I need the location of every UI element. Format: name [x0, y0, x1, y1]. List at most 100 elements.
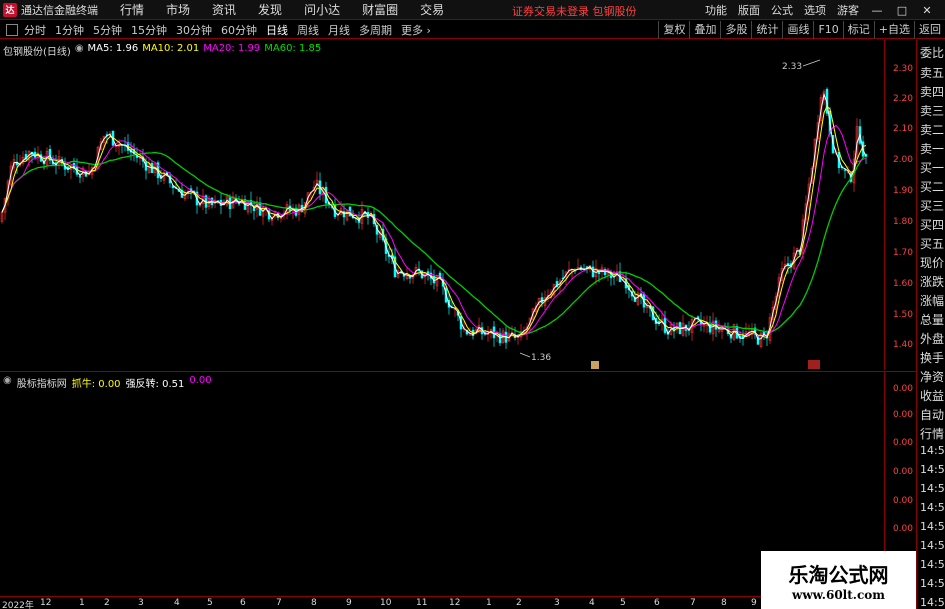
date-label: 7 — [276, 598, 282, 608]
indicator-tick: 0.00 — [892, 496, 913, 506]
menu-options[interactable]: 选项 — [804, 2, 826, 18]
auto-toggle[interactable]: 自动 — [920, 406, 944, 423]
price-axis: 2.30 2.20 2.10 2.00 1.90 1.80 1.70 1.60 … — [884, 40, 915, 370]
quote-label: 卖三 — [920, 104, 945, 118]
market-toggle[interactable]: 行情 — [920, 425, 944, 442]
menu-market[interactable]: 行情 — [120, 1, 144, 18]
tick-time: 14:5 — [920, 558, 945, 571]
date-label: 7 — [690, 598, 696, 608]
event-marker-icon[interactable] — [591, 361, 599, 369]
tool-overlay[interactable]: 叠加 — [689, 21, 720, 39]
ma5-line — [1, 92, 867, 340]
date-label: 2022年 — [2, 601, 34, 609]
date-label: 2 — [516, 598, 522, 608]
quote-label: 涨跌 — [920, 275, 945, 289]
candle-body — [78, 176, 82, 178]
period-tab[interactable]: 5分钟 — [93, 22, 122, 38]
app-name: 通达信金融终端 — [21, 3, 98, 17]
price-tick: 1.40 — [892, 340, 913, 350]
price-tick: 2.20 — [892, 94, 913, 104]
tick-time: 14:5 — [920, 520, 945, 533]
date-label: 10 — [380, 598, 392, 608]
kline-chart[interactable]: 2.33 1.36 — [0, 40, 915, 370]
quote-label: 换手 — [920, 351, 945, 365]
tick-time: 14:5 — [920, 539, 945, 552]
quote-label: 涨幅 — [920, 294, 945, 308]
menu-formula[interactable]: 公式 — [771, 2, 793, 18]
tool-mark[interactable]: 标记 — [842, 21, 874, 39]
menu-function[interactable]: 功能 — [705, 2, 727, 18]
period-tab[interactable]: 月线 — [328, 22, 350, 38]
menu-ask[interactable]: 问小达 — [304, 1, 340, 18]
menu-discover[interactable]: 发现 — [258, 1, 282, 18]
layout-toggle-icon[interactable] — [6, 23, 18, 36]
menu-trade[interactable]: 交易 — [420, 1, 444, 18]
ma10-line — [1, 105, 867, 339]
ma60-line — [1, 151, 867, 335]
date-label: 4 — [174, 598, 180, 608]
minimize-icon[interactable]: — — [870, 3, 884, 17]
date-label: 5 — [620, 598, 626, 608]
price-tick: 2.30 — [892, 64, 913, 74]
date-label: 2 — [104, 598, 110, 608]
close-icon[interactable]: ✕ — [920, 3, 934, 17]
legend-toggle-icon[interactable]: ◉ — [75, 43, 84, 58]
tool-f10[interactable]: F10 — [813, 21, 842, 39]
tool-statistics[interactable]: 统计 — [751, 21, 782, 39]
ma-legend: 包钢股份(日线) ◉ MA5: 1.96 MA10: 2.01 MA20: 1.… — [3, 43, 325, 58]
period-tab[interactable]: 周线 — [297, 22, 319, 38]
indicator-toggle-icon[interactable]: ◉ — [3, 375, 12, 390]
indicator-tick: 0.00 — [892, 467, 913, 477]
title-bar: 达 通达信金融终端 行情 市场 资讯 发现 问小达 财富圈 交易 证券交易未登录… — [0, 0, 945, 20]
date-label: 9 — [751, 598, 757, 608]
menu-layout[interactable]: 版面 — [738, 2, 760, 18]
candle-body — [585, 266, 589, 268]
pane-divider[interactable] — [0, 371, 916, 372]
indicator-tick: 0.00 — [892, 524, 913, 534]
price-tick: 1.90 — [892, 186, 913, 196]
period-tab[interactable]: 分时 — [24, 22, 46, 38]
price-tick: 2.00 — [892, 155, 913, 165]
low-pointer — [519, 352, 531, 358]
indicator-legend: ◉ 股标指标网 抓牛: 0.00 强反转: 0.51 0.00 — [3, 375, 217, 390]
login-notice[interactable]: 证券交易未登录 包钢股份 — [512, 3, 637, 19]
period-tab[interactable]: 60分钟 — [221, 22, 257, 38]
menu-markets[interactable]: 市场 — [166, 1, 190, 18]
quote-label: 现价 — [920, 256, 945, 270]
menu-news[interactable]: 资讯 — [212, 1, 236, 18]
period-tab[interactable]: 15分钟 — [131, 22, 167, 38]
date-label: 9 — [346, 598, 352, 608]
tick-time: 14:5 — [920, 501, 945, 514]
menu-guest[interactable]: 游客 — [837, 2, 859, 18]
date-label: 6 — [240, 598, 246, 608]
finance-marker-icon[interactable] — [808, 360, 820, 369]
indicator-name[interactable]: 股标指标网 — [17, 375, 67, 390]
quote-label: 外盘 — [920, 332, 945, 346]
price-tick: 1.70 — [892, 248, 913, 258]
top-menu: 行情 市场 资讯 发现 问小达 财富圈 交易 — [120, 1, 466, 18]
price-tick: 2.10 — [892, 124, 913, 134]
price-tick: 1.80 — [892, 217, 913, 227]
price-tick: 1.60 — [892, 279, 913, 289]
menu-wealth[interactable]: 财富圈 — [362, 1, 398, 18]
tool-multi-stock[interactable]: 多股 — [720, 21, 751, 39]
period-tab-more[interactable]: 更多 › — [401, 22, 431, 38]
tool-back[interactable]: 返回 — [914, 21, 945, 39]
date-label: 11 — [416, 598, 428, 608]
quote-label: 卖五 — [920, 66, 945, 80]
maximize-icon[interactable]: □ — [895, 3, 909, 17]
quote-label: 买四 — [920, 218, 945, 232]
tool-add-watchlist[interactable]: +自选 — [873, 21, 914, 39]
period-tab-daily[interactable]: 日线 — [266, 22, 288, 38]
period-tab[interactable]: 1分钟 — [55, 22, 84, 38]
ma20-value: MA20: 1.99 — [203, 43, 261, 54]
tool-draw-line[interactable]: 画线 — [782, 21, 813, 39]
quote-sidebar: 委比 卖五 卖四 卖三 卖二 卖一 买一 买二 买三 买四 买五 现价 涨跌 涨… — [916, 40, 945, 609]
quote-label: 总量 — [920, 313, 945, 327]
date-label: 12 — [449, 598, 461, 608]
ma20-line — [1, 124, 867, 337]
ma5-value: MA5: 1.96 — [87, 43, 139, 54]
tool-restore-rights[interactable]: 复权 — [658, 21, 689, 39]
period-tab[interactable]: 30分钟 — [176, 22, 212, 38]
period-tab[interactable]: 多周期 — [359, 22, 392, 38]
